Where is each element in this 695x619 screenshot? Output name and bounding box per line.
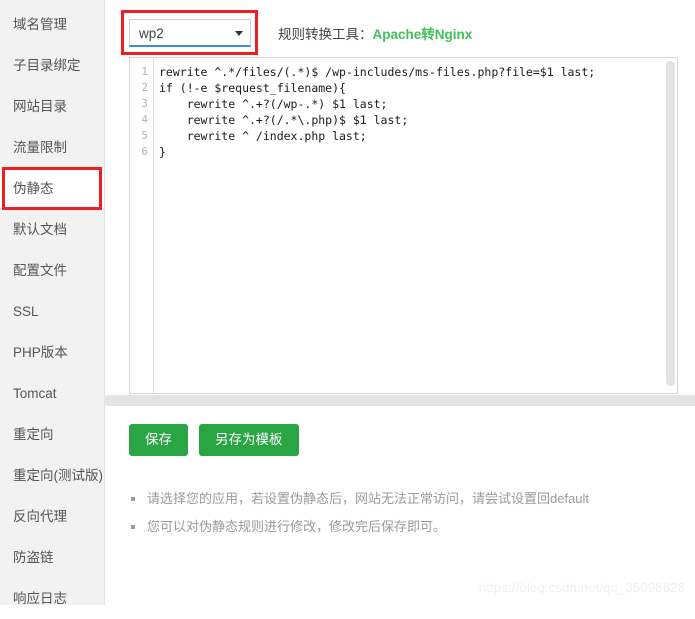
- sidebar-item-redirect-beta[interactable]: 重定向(测试版): [0, 455, 104, 496]
- sidebar-item-subdirectory-binding[interactable]: 子目录绑定: [0, 45, 104, 86]
- sidebar: 域名管理 子目录绑定 网站目录 流量限制 伪静态 默认文档 配置文件 SSL P…: [0, 0, 105, 606]
- sidebar-item-label: 反向代理: [13, 509, 67, 524]
- tips-list: 请选择您的应用，若设置伪静态后，网站无法正常访问，请尝试设置回default 您…: [129, 485, 687, 541]
- sidebar-item-label: PHP版本: [13, 345, 68, 360]
- line-number: 2: [141, 81, 148, 94]
- sidebar-item-config-file[interactable]: 配置文件: [0, 250, 104, 291]
- sidebar-item-label: 子目录绑定: [13, 58, 81, 73]
- sidebar-item-reverse-proxy[interactable]: 反向代理: [0, 496, 104, 537]
- line-number-gutter: 1 2 3 4 5 6: [130, 58, 154, 393]
- sidebar-item-tomcat[interactable]: Tomcat: [0, 373, 104, 414]
- sidebar-item-redirect[interactable]: 重定向: [0, 414, 104, 455]
- sidebar-item-label: 防盗链: [13, 550, 54, 565]
- sidebar-item-anti-leech[interactable]: 防盗链: [0, 537, 104, 578]
- sidebar-item-label: 响应日志: [13, 591, 67, 606]
- action-button-row: 保存 另存为模板: [129, 424, 687, 456]
- code-line: rewrite ^ /index.php last;: [159, 129, 367, 143]
- sidebar-item-label: 网站目录: [13, 99, 67, 114]
- toolbar: wp2 规则转换工具：Apache转Nginx: [121, 0, 687, 55]
- apache-to-nginx-link[interactable]: Apache转Nginx: [373, 27, 473, 42]
- sidebar-item-ssl[interactable]: SSL: [0, 291, 104, 332]
- sidebar-item-traffic-limit[interactable]: 流量限制: [0, 127, 104, 168]
- app-select-wrapper: wp2: [121, 10, 258, 55]
- editor-horizontal-scrollbar[interactable]: [105, 395, 695, 406]
- line-number: 1: [141, 65, 148, 78]
- editor-vertical-scrollbar[interactable]: [666, 61, 675, 386]
- code-line: rewrite ^.*/files/(.*)$ /wp-includes/ms-…: [159, 65, 596, 79]
- sidebar-item-label: Tomcat: [13, 386, 57, 401]
- sidebar-item-label: SSL: [13, 304, 39, 319]
- sidebar-item-label: 伪静态: [13, 181, 54, 196]
- watermark: https://blog.csdn.net/qq_35098628: [478, 580, 685, 595]
- code-line: rewrite ^.+?(/wp-.*) $1 last;: [159, 97, 388, 111]
- list-item: 您可以对伪静态规则进行修改，修改完后保存即可。: [129, 513, 687, 541]
- sidebar-item-label: 默认文档: [13, 222, 67, 237]
- sidebar-item-label: 流量限制: [13, 140, 67, 155]
- rule-converter-label: 规则转换工具：Apache转Nginx: [278, 23, 472, 43]
- chevron-down-icon: [235, 31, 243, 36]
- app-select[interactable]: wp2: [129, 19, 251, 47]
- save-button[interactable]: 保存: [129, 424, 188, 456]
- sidebar-item-php-version[interactable]: PHP版本: [0, 332, 104, 373]
- sidebar-item-site-directory[interactable]: 网站目录: [0, 86, 104, 127]
- code-line: rewrite ^.+?(/.*\.php)$ $1 last;: [159, 113, 409, 127]
- app-select-value: wp2: [139, 26, 164, 41]
- main-content: wp2 规则转换工具：Apache转Nginx 1 2 3 4 5 6 rewr…: [105, 0, 695, 605]
- rule-code-editor[interactable]: 1 2 3 4 5 6 rewrite ^.*/files/(.*)$ /wp-…: [129, 57, 678, 394]
- page-root: 域名管理 子目录绑定 网站目录 流量限制 伪静态 默认文档 配置文件 SSL P…: [0, 0, 695, 606]
- sidebar-item-label: 重定向: [13, 427, 54, 442]
- line-number: 5: [141, 129, 148, 142]
- sidebar-item-response-log[interactable]: 响应日志: [0, 578, 104, 619]
- line-number: 4: [141, 113, 148, 126]
- list-item: 请选择您的应用，若设置伪静态后，网站无法正常访问，请尝试设置回default: [129, 485, 687, 513]
- code-line: if (!-e $request_filename){: [159, 81, 346, 95]
- line-number: 3: [141, 97, 148, 110]
- rule-converter-label-text: 规则转换工具：: [278, 27, 373, 42]
- code-line: }: [159, 145, 166, 159]
- line-number: 6: [141, 145, 148, 158]
- sidebar-item-pseudo-static[interactable]: 伪静态: [0, 167, 104, 210]
- sidebar-item-default-document[interactable]: 默认文档: [0, 209, 104, 250]
- save-as-template-button[interactable]: 另存为模板: [199, 424, 299, 456]
- sidebar-item-label: 域名管理: [13, 17, 67, 32]
- sidebar-item-domain-management[interactable]: 域名管理: [0, 4, 104, 45]
- code-text-area[interactable]: rewrite ^.*/files/(.*)$ /wp-includes/ms-…: [155, 58, 677, 393]
- sidebar-item-label: 重定向(测试版): [13, 468, 103, 483]
- sidebar-item-label: 配置文件: [13, 263, 67, 278]
